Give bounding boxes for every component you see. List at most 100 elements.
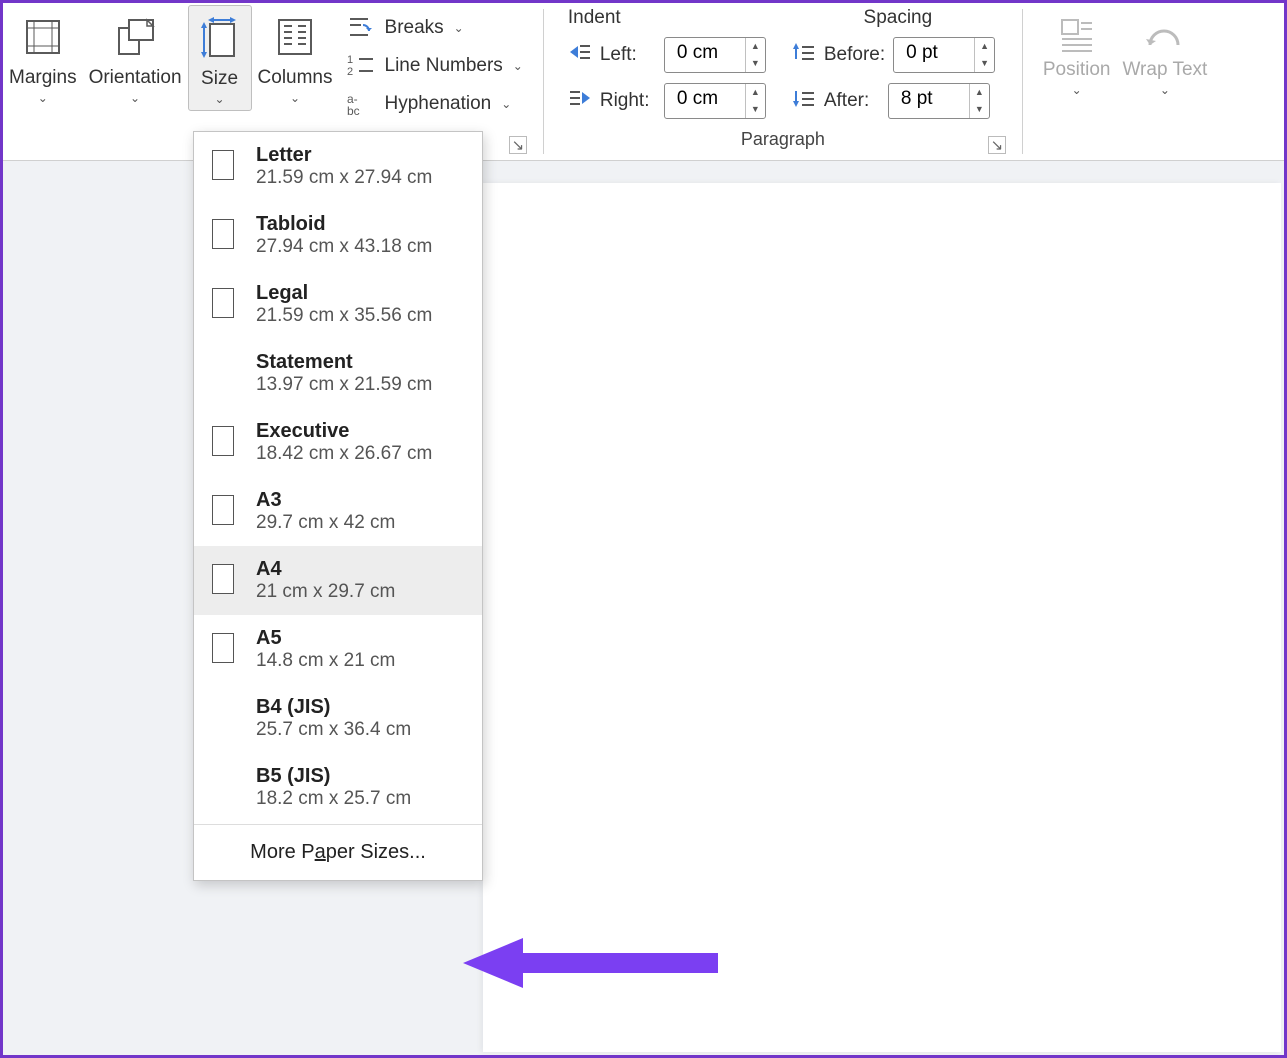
size-option-name: Letter [256,144,432,167]
size-option-name: Tabloid [256,213,432,236]
spacing-after-label: After: [824,90,880,112]
size-icon [195,14,245,62]
size-option-name: A4 [256,558,395,581]
hyphenation-button[interactable]: a-bc Hyphenation ⌄ [347,91,523,117]
size-option-name: A3 [256,489,395,512]
columns-label: Columns [258,67,333,89]
spinner-down-icon[interactable]: ▼ [975,55,994,72]
indent-right-value: 0 cm [665,84,745,118]
size-option-dims: 29.7 cm x 42 cm [256,512,395,534]
orientation-button[interactable]: Orientation ⌄ [83,5,188,109]
size-option-b4-jis-[interactable]: B4 (JIS)25.7 cm x 36.4 cm [194,684,482,753]
size-option-tabloid[interactable]: Tabloid27.94 cm x 43.18 cm [194,201,482,270]
size-option-statement[interactable]: Statement13.97 cm x 21.59 cm [194,339,482,408]
paragraph-group: Indent Spacing Left: 0 cm ▲▼ Before: 0 p… [554,3,1012,160]
position-label: Position [1043,59,1111,81]
breaks-label: Breaks [385,17,444,39]
page-thumb-icon [212,495,234,525]
wrap-text-label: Wrap Text [1122,59,1207,81]
hyphenation-label: Hyphenation [385,93,492,115]
chevron-down-icon: ⌄ [38,91,48,105]
size-option-dims: 13.97 cm x 21.59 cm [256,374,432,396]
chevron-down-icon: ⌄ [130,91,140,105]
size-option-a5[interactable]: A514.8 cm x 21 cm [194,615,482,684]
page-thumb-icon [212,288,234,318]
wrap-text-icon [1140,11,1190,59]
spacing-after-value: 8 pt [889,84,969,118]
indent-right-spinner[interactable]: 0 cm ▲▼ [664,83,766,119]
chevron-down-icon: ⌄ [501,97,511,111]
separator [194,824,482,825]
svg-text:bc: bc [347,104,360,117]
svg-text:1: 1 [347,54,353,66]
annotation-arrow [463,933,723,993]
size-option-name: Legal [256,282,432,305]
indent-right-icon [568,87,592,115]
size-option-name: B4 (JIS) [256,696,411,719]
spinner-up-icon[interactable]: ▲ [975,38,994,55]
spinner-up-icon[interactable]: ▲ [746,38,765,55]
size-option-executive[interactable]: Executive18.42 cm x 26.67 cm [194,408,482,477]
size-option-dims: 21.59 cm x 35.56 cm [256,305,432,327]
size-button[interactable]: Size ⌄ [188,5,252,111]
spacing-before-spinner[interactable]: 0 pt ▲▼ [893,37,995,73]
spacing-header: Spacing [798,7,998,29]
page-thumb-icon [212,150,234,180]
size-option-name: Executive [256,420,432,443]
page-setup-launcher[interactable]: ↘ [509,136,527,154]
more-paper-sizes-button[interactable]: More Paper Sizes... [194,827,482,880]
size-option-letter[interactable]: Letter21.59 cm x 27.94 cm [194,132,482,201]
size-option-a4[interactable]: A421 cm x 29.7 cm [194,546,482,615]
line-numbers-button[interactable]: 12 Line Numbers ⌄ [347,53,523,79]
page-thumb-icon [212,219,234,249]
indent-left-label: Left: [600,44,656,66]
page-thumb-icon [212,633,234,663]
size-option-dims: 27.94 cm x 43.18 cm [256,236,432,258]
chevron-down-icon: ⌄ [513,59,523,73]
indent-header: Indent [568,7,668,29]
spinner-down-icon[interactable]: ▼ [746,55,765,72]
spinner-up-icon[interactable]: ▲ [970,84,989,101]
size-option-legal[interactable]: Legal21.59 cm x 35.56 cm [194,270,482,339]
arrange-group: Position ⌄ Wrap Text ⌄ [1033,3,1211,160]
spacing-after-spinner[interactable]: 8 pt ▲▼ [888,83,990,119]
size-option-dims: 21.59 cm x 27.94 cm [256,167,432,189]
size-option-name: A5 [256,627,395,650]
indent-left-icon [568,41,592,69]
spinner-down-icon[interactable]: ▼ [746,101,765,118]
position-button[interactable]: Position ⌄ [1043,11,1111,97]
size-option-b5-jis-[interactable]: B5 (JIS)18.2 cm x 25.7 cm [194,753,482,822]
size-option-name: B5 (JIS) [256,765,411,788]
document-canvas [483,183,1281,1052]
svg-text:2: 2 [347,66,353,78]
spacing-before-label: Before: [824,44,885,66]
size-option-dims: 14.8 cm x 21 cm [256,650,395,672]
spinner-up-icon[interactable]: ▲ [746,84,765,101]
hyphenation-icon: a-bc [347,91,375,117]
indent-left-value: 0 cm [665,38,745,72]
wrap-text-button[interactable]: Wrap Text ⌄ [1122,11,1207,97]
chevron-down-icon: ⌄ [1160,83,1170,97]
spinner-down-icon[interactable]: ▼ [970,101,989,118]
indent-left-spinner[interactable]: 0 cm ▲▼ [664,37,766,73]
orientation-label: Orientation [89,67,182,89]
size-label: Size [201,68,238,90]
size-option-dims: 21 cm x 29.7 cm [256,581,395,603]
line-numbers-icon: 12 [347,53,375,79]
separator [1022,9,1023,154]
breaks-icon [347,15,375,41]
columns-button[interactable]: Columns ⌄ [252,5,339,109]
size-option-a3[interactable]: A329.7 cm x 42 cm [194,477,482,546]
size-option-dims: 25.7 cm x 36.4 cm [256,719,411,741]
chevron-down-icon: ⌄ [454,21,464,35]
page-setup-small-group: Breaks ⌄ 12 Line Numbers ⌄ a-bc Hyphenat… [339,5,533,117]
paragraph-group-label: Paragraph [568,129,998,150]
paragraph-launcher[interactable]: ↘ [988,136,1006,154]
breaks-button[interactable]: Breaks ⌄ [347,15,523,41]
chevron-down-icon: ⌄ [215,92,225,106]
line-numbers-label: Line Numbers [385,55,503,77]
orientation-icon [110,13,160,61]
margins-button[interactable]: Margins ⌄ [3,5,83,109]
chevron-down-icon: ⌄ [1072,83,1082,97]
size-dropdown: Letter21.59 cm x 27.94 cmTabloid27.94 cm… [193,131,483,881]
